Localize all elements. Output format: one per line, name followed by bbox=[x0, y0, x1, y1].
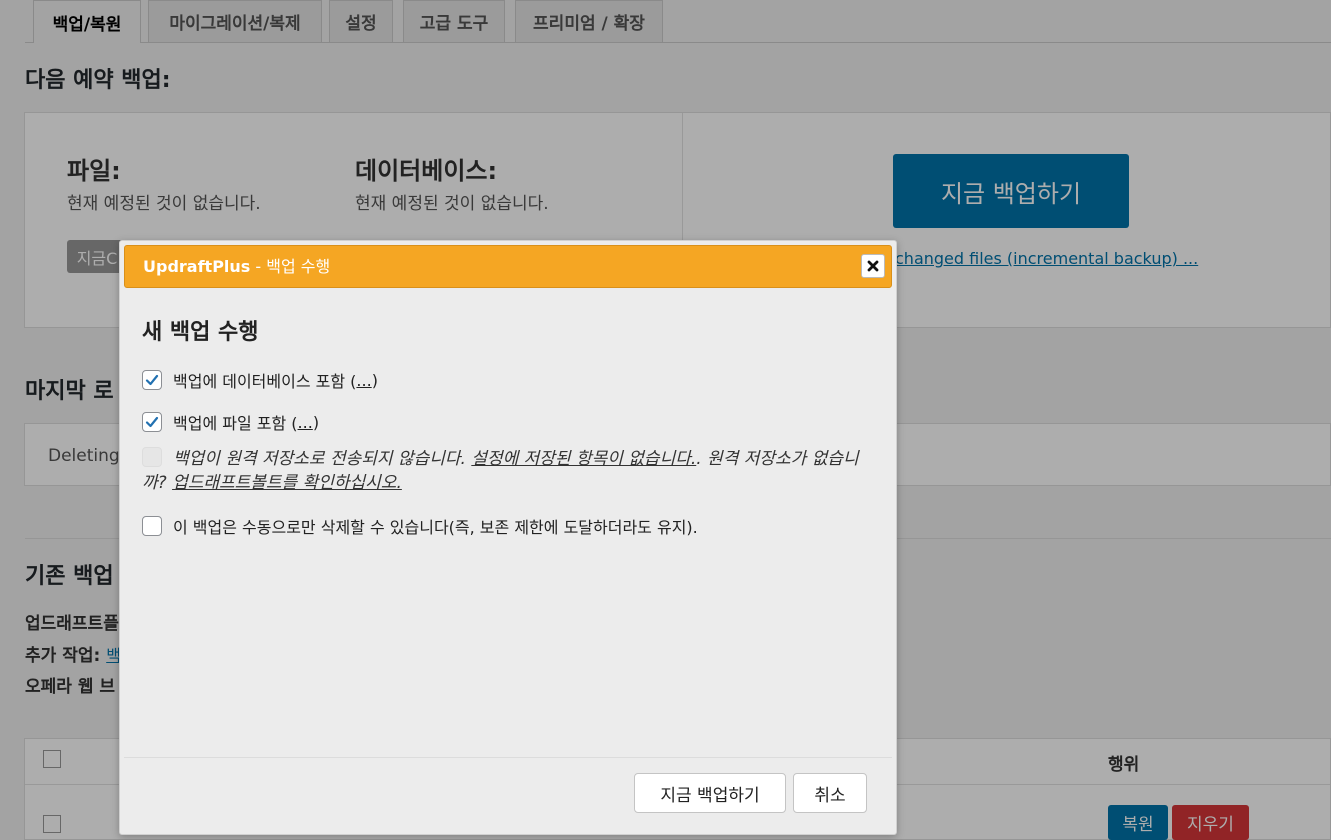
include-files-label: 백업에 파일 포함 ( bbox=[173, 414, 298, 433]
check-icon bbox=[145, 416, 159, 428]
manual-delete-option[interactable]: 이 백업은 수동으로만 삭제할 수 있습니다(즉, 보존 제한에 도달하더라도 … bbox=[142, 514, 698, 538]
dialog-heading: 새 백업 수행 bbox=[142, 320, 259, 345]
dialog-close-button[interactable] bbox=[861, 254, 885, 278]
dialog-title-brand: UpdraftPlus bbox=[143, 257, 251, 276]
backup-dialog: UpdraftPlus - 백업 수행 새 백업 수행 백업에 데이터베이스 포… bbox=[119, 240, 897, 835]
include-database-option[interactable]: 백업에 데이터베이스 포함 (...) bbox=[142, 368, 378, 392]
remote-storage-note: 백업이 원격 저장소로 전송되지 않습니다. 설정에 저장된 항목이 없습니다.… bbox=[142, 447, 872, 495]
remote-note-text-1: 백업이 원격 저장소로 전송되지 않습니다. bbox=[173, 449, 472, 469]
include-database-checkbox[interactable] bbox=[142, 370, 162, 390]
dialog-cancel-button[interactable]: 취소 bbox=[793, 773, 867, 813]
include-files-checkbox[interactable] bbox=[142, 412, 162, 432]
check-icon bbox=[145, 374, 159, 386]
close-icon bbox=[867, 260, 879, 272]
include-database-label: 백업에 데이터베이스 포함 ( bbox=[173, 372, 357, 391]
remote-storage-checkbox bbox=[142, 447, 162, 467]
updraftvault-link[interactable]: 업드래프트볼트를 확인하십시오. bbox=[172, 473, 402, 493]
include-files-more-link[interactable]: ... bbox=[298, 413, 313, 432]
manual-delete-checkbox[interactable] bbox=[142, 516, 162, 536]
include-files-tail: ) bbox=[312, 412, 320, 432]
manual-delete-label: 이 백업은 수동으로만 삭제할 수 있습니다(즉, 보존 제한에 도달하더라도 … bbox=[173, 518, 698, 537]
include-files-option[interactable]: 백업에 파일 포함 (...) bbox=[142, 410, 319, 434]
remote-settings-link[interactable]: 설정에 저장된 항목이 없습니다. bbox=[471, 449, 696, 469]
include-database-more-link[interactable]: ... bbox=[356, 371, 371, 390]
dialog-footer-divider bbox=[124, 757, 892, 758]
dialog-backup-now-button[interactable]: 지금 백업하기 bbox=[634, 773, 786, 813]
include-database-tail: ) bbox=[371, 370, 378, 390]
dialog-title-suffix: - 백업 수행 bbox=[250, 257, 331, 276]
dialog-titlebar: UpdraftPlus - 백업 수행 bbox=[124, 245, 892, 288]
